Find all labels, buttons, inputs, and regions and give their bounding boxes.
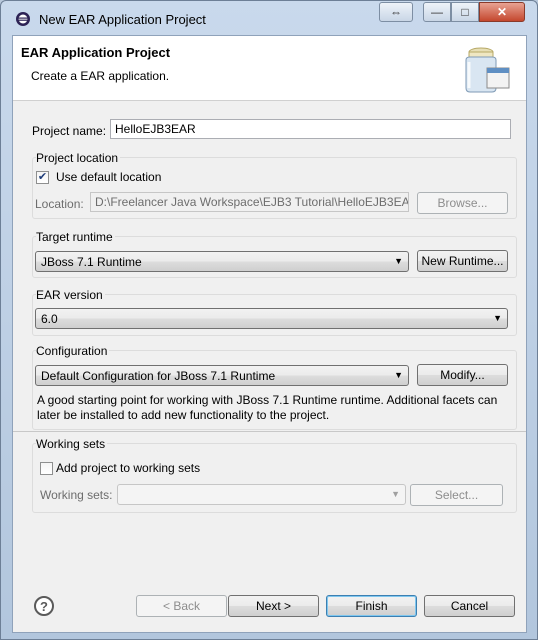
- finish-button[interactable]: Finish: [326, 595, 417, 617]
- chevron-down-icon: ▼: [391, 489, 400, 499]
- working-sets-group-label: Working sets: [36, 437, 108, 451]
- chevron-down-icon: ▼: [394, 370, 403, 380]
- ear-version-value: 6.0: [41, 312, 58, 326]
- location-label: Location:: [35, 197, 84, 211]
- use-default-location-label[interactable]: Use default location: [56, 170, 161, 184]
- separator: [13, 431, 526, 432]
- configuration-label: Configuration: [36, 344, 110, 358]
- configuration-description: A good starting point for working with J…: [37, 393, 498, 422]
- target-runtime-select[interactable]: JBoss 7.1 Runtime ▼: [35, 251, 409, 272]
- next-button[interactable]: Next >: [228, 595, 319, 617]
- jar-wizard-icon: [465, 47, 510, 93]
- ear-version-select[interactable]: 6.0 ▼: [35, 308, 508, 329]
- cancel-button[interactable]: Cancel: [424, 595, 515, 617]
- check-mark-icon: ✔: [37, 171, 48, 183]
- working-sets-label: Working sets:: [40, 488, 113, 502]
- minimize-button[interactable]: —: [423, 2, 451, 22]
- maximize-button[interactable]: □: [451, 2, 479, 22]
- target-runtime-label: Target runtime: [36, 230, 115, 244]
- project-name-input[interactable]: HelloEJB3EAR: [110, 119, 511, 139]
- ear-version-label: EAR version: [36, 288, 105, 302]
- chevron-down-icon: ▼: [394, 256, 403, 266]
- page-description: Create a EAR application.: [31, 69, 170, 83]
- eclipse-app-icon[interactable]: [15, 11, 31, 27]
- page-title: EAR Application Project: [21, 45, 171, 60]
- project-location-label: Project location: [36, 151, 121, 165]
- resize-icon[interactable]: ⇔: [379, 2, 413, 22]
- wizard-banner: EAR Application Project Create a EAR app…: [13, 36, 526, 101]
- target-runtime-value: JBoss 7.1 Runtime: [41, 255, 142, 269]
- new-runtime-button[interactable]: New Runtime...: [417, 250, 508, 272]
- chevron-down-icon: ▼: [493, 313, 502, 323]
- working-sets-select[interactable]: ▼: [117, 484, 406, 505]
- close-button[interactable]: ✕: [479, 2, 525, 22]
- browse-button[interactable]: Browse...: [417, 192, 508, 214]
- wizard-window: New EAR Application Project ⇔ — □ ✕ EAR …: [0, 0, 538, 640]
- project-name-label: Project name:: [32, 124, 107, 138]
- help-icon[interactable]: ?: [34, 596, 54, 616]
- wizard-client-area: EAR Application Project Create a EAR app…: [12, 35, 527, 633]
- configuration-value: Default Configuration for JBoss 7.1 Runt…: [41, 369, 276, 383]
- modify-button[interactable]: Modify...: [417, 364, 508, 386]
- configuration-select[interactable]: Default Configuration for JBoss 7.1 Runt…: [35, 365, 409, 386]
- window-title: New EAR Application Project: [39, 12, 206, 27]
- use-default-location-checkbox[interactable]: ✔: [36, 171, 49, 184]
- add-to-working-sets-label[interactable]: Add project to working sets: [56, 461, 200, 475]
- select-working-sets-button[interactable]: Select...: [410, 484, 503, 506]
- add-to-working-sets-checkbox[interactable]: [40, 462, 53, 475]
- location-input[interactable]: D:\Freelancer Java Workspace\EJB3 Tutori…: [90, 192, 409, 212]
- back-button[interactable]: < Back: [136, 595, 227, 617]
- title-bar[interactable]: New EAR Application Project ⇔ — □ ✕: [1, 1, 537, 35]
